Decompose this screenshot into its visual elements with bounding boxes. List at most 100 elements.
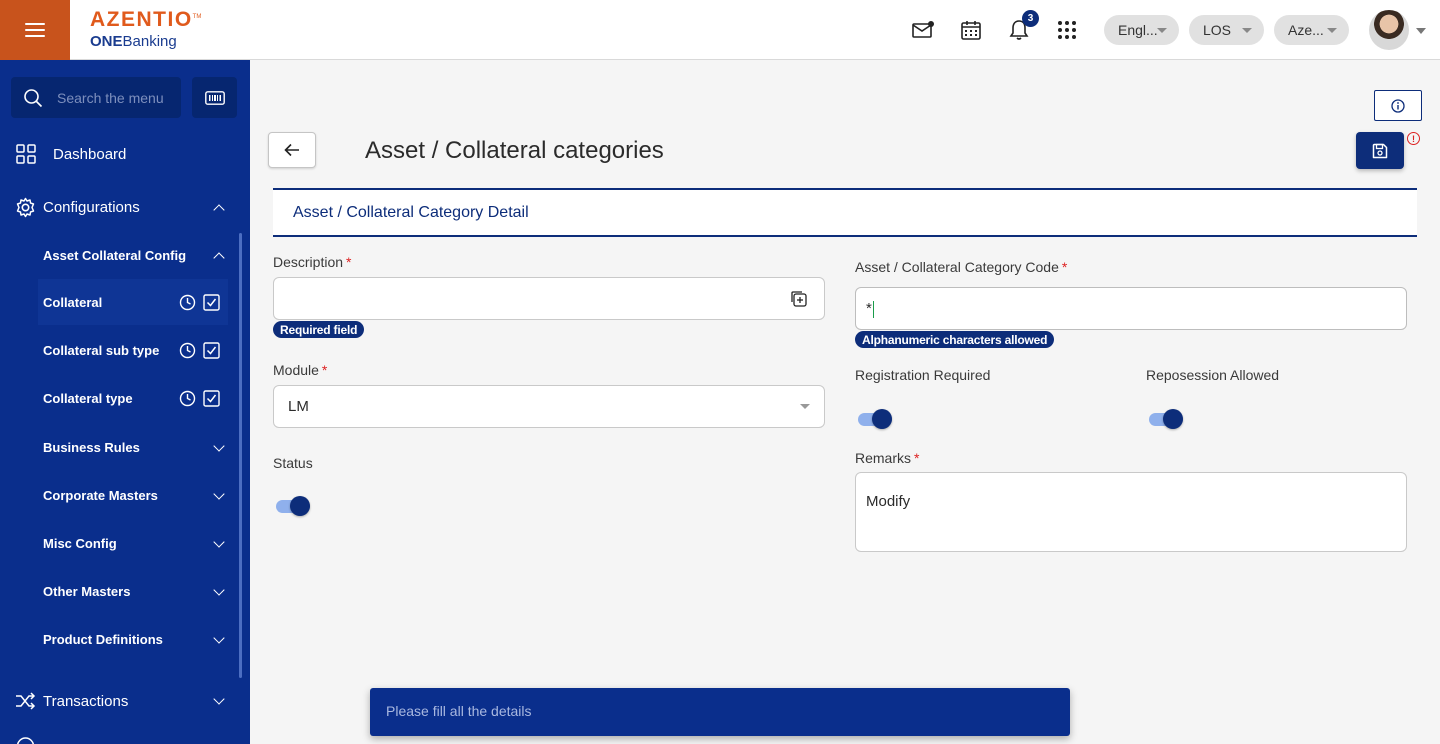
text-cursor xyxy=(873,301,874,318)
sidebar-item-label: Collateral sub type xyxy=(43,342,160,358)
section-header: Asset / Collateral Category Detail xyxy=(273,188,1417,237)
checkbox-icon[interactable] xyxy=(203,390,220,407)
partial-menu-icon xyxy=(16,737,35,744)
sidebar-item-label: Product Definitions xyxy=(43,631,163,647)
sidebar-item-other-masters[interactable]: Other Masters xyxy=(38,568,228,614)
save-button[interactable] xyxy=(1356,132,1404,169)
sidebar-item-label: Dashboard xyxy=(53,146,127,163)
required-asterisk: * xyxy=(346,254,352,270)
sidebar: Search the menu Dashboard Configurations… xyxy=(0,60,250,744)
module-select-value: LM xyxy=(288,398,309,415)
code-label-text: Asset / Collateral Category Code xyxy=(855,259,1059,275)
history-clock-icon[interactable] xyxy=(179,342,196,359)
reposession-allowed-toggle[interactable] xyxy=(1147,408,1187,430)
chevron-down-icon xyxy=(800,404,810,409)
module-select-input[interactable]: LM xyxy=(273,385,825,428)
menu-search-input[interactable]: Search the menu xyxy=(11,77,181,118)
description-label-text: Description xyxy=(273,254,344,270)
page-title: Asset / Collateral categories xyxy=(365,137,664,164)
remarks-label: Remarks * xyxy=(855,450,919,466)
back-button[interactable] xyxy=(268,132,316,168)
language-select[interactable]: Engl... xyxy=(1104,15,1179,45)
registration-required-label: Registration Required xyxy=(855,367,991,383)
required-asterisk: * xyxy=(321,362,328,378)
chevron-down-icon xyxy=(213,693,225,705)
sidebar-item-product-definitions[interactable]: Product Definitions xyxy=(38,616,228,662)
top-header: AZENTIOTM ONEBanking 3 Engl... LOS Aze..… xyxy=(0,0,1440,60)
entity-value: Aze... xyxy=(1288,22,1324,38)
chevron-down-icon xyxy=(213,488,225,500)
chevron-down-icon xyxy=(213,440,225,452)
info-icon xyxy=(1391,98,1405,113)
menu-toggle-button[interactable] xyxy=(0,0,70,60)
checkbox-icon[interactable] xyxy=(203,342,220,359)
add-box-icon[interactable] xyxy=(791,291,807,307)
sidebar-item-collateral[interactable]: Collateral xyxy=(38,279,228,325)
module-select[interactable]: LOS xyxy=(1189,15,1264,45)
notification-count-badge: 3 xyxy=(1022,10,1039,27)
sidebar-item-label: Collateral xyxy=(43,294,103,310)
module-value: LOS xyxy=(1203,22,1232,38)
remarks-label-text: Remarks xyxy=(855,450,912,466)
chevron-down-icon xyxy=(213,536,225,548)
checkbox-icon[interactable] xyxy=(203,294,220,311)
search-placeholder: Search the menu xyxy=(57,89,164,106)
registration-required-toggle[interactable] xyxy=(856,408,896,430)
category-code-input[interactable]: * xyxy=(855,287,1407,330)
apps-grid-icon[interactable] xyxy=(1055,18,1079,42)
notifications-bell-icon[interactable]: 3 xyxy=(1007,10,1039,42)
history-clock-icon[interactable] xyxy=(179,390,196,407)
remarks-textarea[interactable]: Modify xyxy=(855,472,1407,552)
code-label: Asset / Collateral Category Code * xyxy=(855,259,1067,275)
sidebar-item-configurations[interactable]: Configurations xyxy=(0,193,250,221)
chevron-up-icon xyxy=(213,252,225,264)
status-label: Status xyxy=(273,455,313,471)
chevron-down-icon xyxy=(213,584,225,596)
code-value: * xyxy=(866,300,872,317)
reposession-allowed-label: Reposession Allowed xyxy=(1146,367,1280,383)
error-alert-icon[interactable]: ! xyxy=(1407,132,1420,145)
sidebar-item-label: Asset Collateral Config xyxy=(43,247,187,263)
barcode-scan-button[interactable] xyxy=(192,77,237,118)
sub-brand-rest: Banking xyxy=(122,33,177,50)
sidebar-item-label: Other Masters xyxy=(43,583,131,599)
history-clock-icon[interactable] xyxy=(179,294,196,311)
dashboard-icon xyxy=(16,144,36,164)
sidebar-item-misc-config[interactable]: Misc Config xyxy=(38,520,228,566)
sidebar-item-label: Corporate Masters xyxy=(43,487,158,503)
module-label: Module * xyxy=(273,362,327,378)
sidebar-item-business-rules[interactable]: Business Rules xyxy=(38,424,228,470)
sidebar-item-collateral-sub-type[interactable]: Collateral sub type xyxy=(38,327,228,373)
code-hint: Alphanumeric characters allowed xyxy=(855,331,1055,348)
description-input[interactable] xyxy=(273,277,825,320)
sidebar-item-transactions[interactable]: Transactions xyxy=(0,687,250,715)
hamburger-icon xyxy=(25,21,45,39)
sub-brand-bold: ONE xyxy=(90,33,123,50)
toast-notification: Please fill all the details xyxy=(370,688,1070,736)
sidebar-scrollbar[interactable] xyxy=(239,233,242,678)
sidebar-item-dashboard[interactable]: Dashboard xyxy=(0,140,250,168)
user-avatar[interactable] xyxy=(1369,10,1409,50)
sidebar-item-corporate-masters[interactable]: Corporate Masters xyxy=(38,472,228,518)
chevron-up-icon xyxy=(213,204,225,216)
sidebar-item-label: Misc Config xyxy=(43,535,117,551)
calendar-icon[interactable] xyxy=(959,18,983,42)
sidebar-item-asset-collateral-config[interactable]: Asset Collateral Config xyxy=(38,232,228,278)
mail-icon[interactable] xyxy=(911,18,935,42)
user-menu-caret-icon[interactable] xyxy=(1416,28,1426,34)
brand-name: AZENTIO xyxy=(90,8,193,31)
main-content: Asset / Collateral categories ! Asset / … xyxy=(250,60,1440,744)
language-value: Engl... xyxy=(1118,22,1158,38)
sidebar-item-label: Collateral type xyxy=(43,390,133,406)
arrow-left-icon xyxy=(284,143,299,157)
remarks-value: Modify xyxy=(866,493,911,510)
sidebar-item-collateral-type[interactable]: Collateral type xyxy=(38,375,228,421)
info-button[interactable] xyxy=(1374,90,1422,121)
status-toggle[interactable] xyxy=(274,495,314,517)
chevron-down-icon xyxy=(1242,28,1252,33)
save-icon xyxy=(1372,143,1388,158)
entity-select[interactable]: Aze... xyxy=(1274,15,1349,45)
brand-tm: TM xyxy=(192,14,202,20)
required-asterisk: * xyxy=(1061,259,1068,275)
sidebar-item-label: Transactions xyxy=(43,693,129,710)
